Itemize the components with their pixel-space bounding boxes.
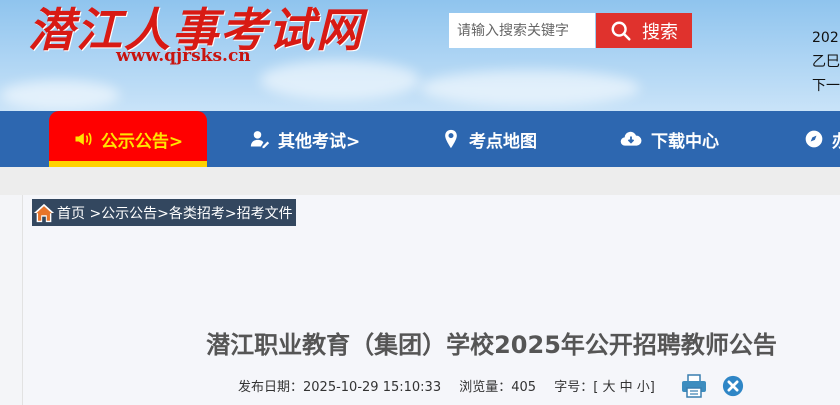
font-size-small[interactable]: 小 (637, 380, 650, 395)
site-header: 潜江人事考试网 www.qjrsks.cn 搜索 202 乙巳 下一节 (0, 0, 840, 111)
site-url: www.qjrsks.cn (116, 46, 251, 66)
font-size-controls: 字号：[ 大 中 小] (554, 380, 655, 395)
cloud-decoration (0, 80, 120, 110)
print-icon[interactable] (681, 374, 707, 398)
nav-label: 下载中心 (651, 131, 719, 152)
nav-label: 其他考试> (278, 131, 361, 152)
megaphone-icon (75, 132, 92, 146)
nav-item-other-exams[interactable]: 其他考试> (250, 111, 360, 167)
home-icon[interactable] (33, 202, 55, 224)
cloud-decoration (260, 60, 420, 100)
map-marker-icon (445, 129, 457, 149)
breadcrumb-path[interactable]: >公示公告>各类招考>招考文件 (89, 203, 292, 223)
date-line-1: 202 (812, 30, 839, 46)
publish-info: 发布日期：2025-10-29 15:10:33 (238, 380, 442, 395)
search-button[interactable]: 搜索 (596, 13, 692, 48)
article-title: 潜江职业教育（集团）学校2025年公开招聘教师公告 (206, 331, 777, 359)
font-size-medium[interactable]: 中 (620, 380, 633, 395)
user-edit-icon (250, 131, 270, 149)
date-line-2: 乙巳 (812, 54, 840, 70)
cloud-download-icon (620, 131, 642, 146)
nav-label: 办 (832, 127, 840, 152)
date-line-3: 下一节 (812, 78, 840, 94)
nav-label: 公示公告> (100, 131, 184, 152)
views-info: 浏览量：405 (459, 380, 537, 395)
article-meta: 发布日期：2025-10-29 15:10:33 浏览量：405 字号：[ 大 … (238, 376, 655, 395)
search-button-label: 搜索 (642, 21, 678, 43)
breadcrumb: 首页 >公示公告>各类招考>招考文件 (32, 199, 296, 226)
close-icon[interactable] (722, 375, 744, 397)
date-display: 202 乙巳 下一节 (812, 26, 840, 98)
nav-item-exam-map[interactable]: 考点地图 (441, 111, 537, 167)
font-size-large[interactable]: 大 (602, 380, 615, 395)
nav-item-downloads[interactable]: 下载中心 (619, 111, 719, 167)
nav-item-announcements[interactable]: 公示公告> (49, 111, 207, 167)
gray-divider (0, 167, 840, 195)
nav-label: 考点地图 (469, 131, 537, 152)
compass-icon (805, 130, 823, 148)
search-input[interactable] (449, 13, 595, 48)
main-nav: 公示公告> 其他考试> 考点地图 下载中心 办 (0, 111, 840, 167)
content-area (22, 195, 840, 405)
nav-item-service[interactable]: 办 (804, 111, 840, 167)
breadcrumb-home-link[interactable]: 首页 (57, 203, 85, 223)
search-icon (611, 21, 631, 41)
cloud-decoration (420, 70, 640, 106)
